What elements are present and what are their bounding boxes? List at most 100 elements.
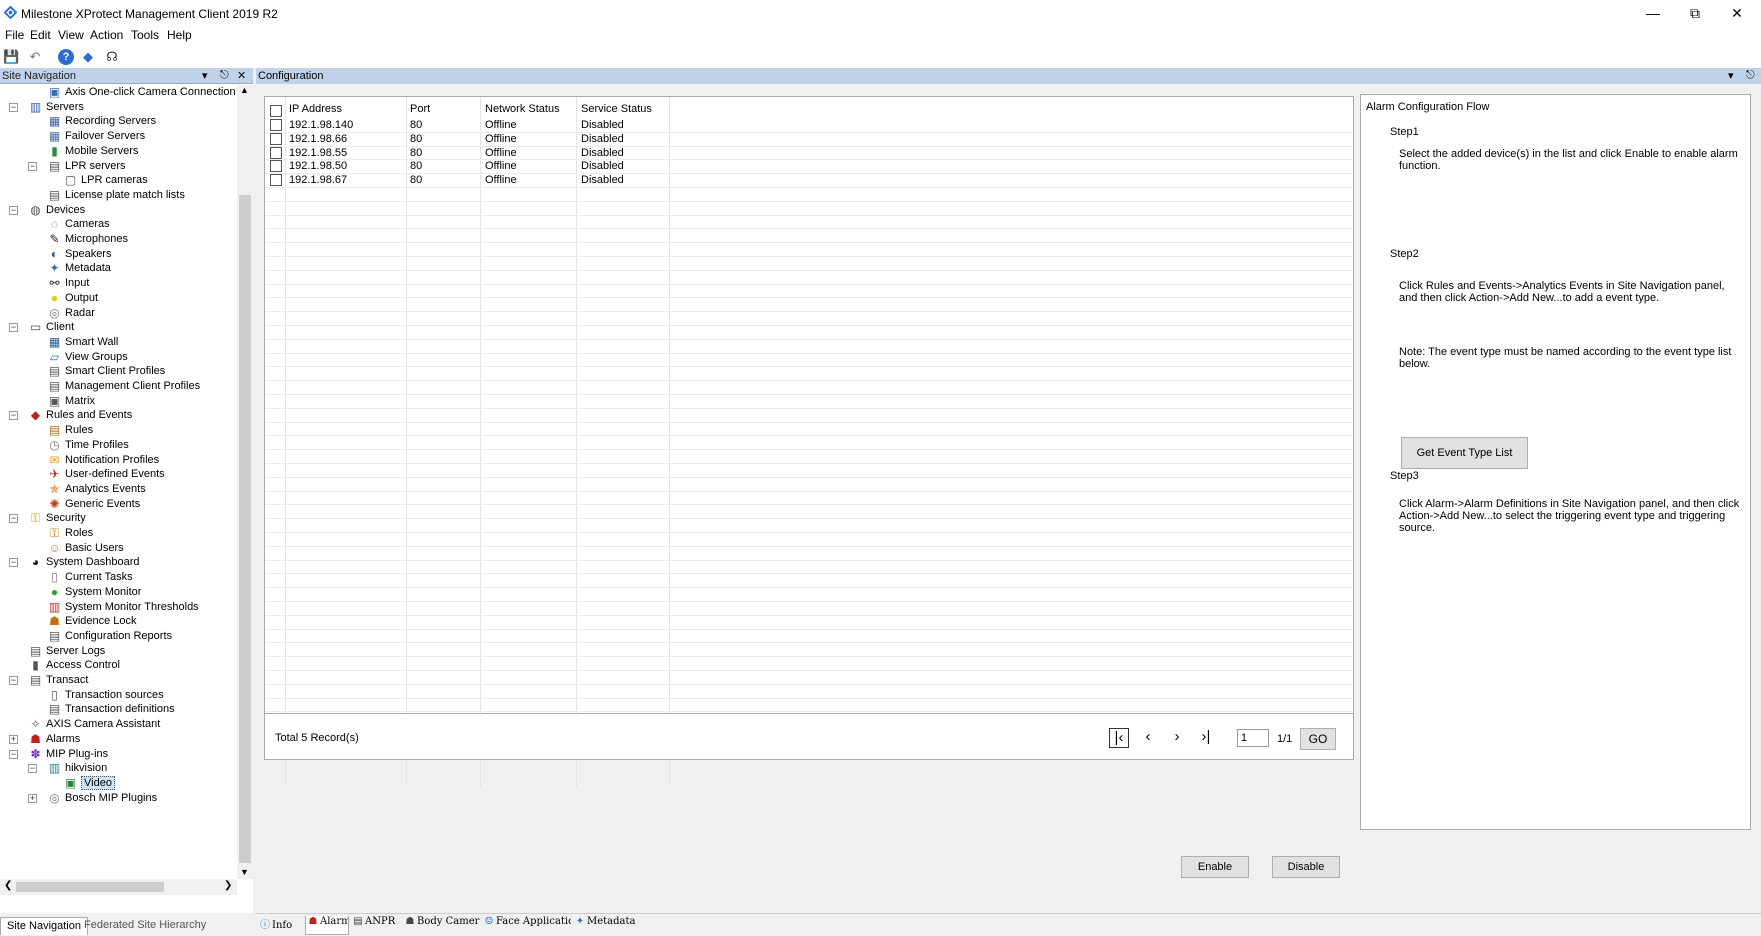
menu-view[interactable]: View [58, 28, 84, 42]
config-dropdown-icon[interactable]: ▾ [1728, 69, 1734, 82]
scroll-up-icon[interactable]: ▲ [240, 85, 249, 95]
tree-item-microphones[interactable]: ✎ Microphones [0, 232, 236, 248]
tree-item-user-defined-events[interactable]: ✈ User-defined Events [0, 467, 236, 483]
collapse-icon[interactable]: − [9, 323, 18, 332]
collapse-icon[interactable]: − [9, 411, 18, 420]
collapse-icon[interactable]: − [9, 103, 18, 112]
pin-icon[interactable]: ⎋ [220, 69, 229, 82]
tree-item-client[interactable]: − ▭ Client [0, 320, 236, 336]
collapse-icon[interactable]: − [28, 764, 37, 773]
tab-info[interactable]: ⓘ Info [258, 916, 303, 935]
tab-face-application[interactable]: ☺Face Application [482, 916, 571, 935]
tree-item-system-monitor[interactable]: ● System Monitor [0, 585, 236, 601]
column-header-service-status[interactable]: Service Status [581, 103, 652, 115]
row-checkbox[interactable] [270, 133, 282, 145]
tree-item-evidence-lock[interactable]: ☗ Evidence Lock [0, 614, 236, 630]
scroll-right-icon[interactable]: ❯ [224, 880, 232, 891]
tree-item-analytics-events[interactable]: ✯ Analytics Events [0, 482, 236, 498]
collapse-icon[interactable]: − [9, 676, 18, 685]
tree-item-transaction-definitions[interactable]: ▤ Transaction definitions [0, 702, 236, 718]
row-checkbox[interactable] [270, 119, 282, 131]
collapse-icon[interactable]: − [9, 514, 18, 523]
tree-item-video[interactable]: ▣ Video [0, 776, 236, 792]
page-number-input[interactable]: 1 [1237, 729, 1269, 747]
get-event-type-list-button[interactable]: Get Event Type List [1401, 437, 1528, 469]
menu-edit[interactable]: Edit [30, 28, 51, 42]
next-page-icon[interactable]: › [1167, 728, 1187, 748]
tree-item-access-control[interactable]: ▮ Access Control [0, 658, 236, 674]
collapse-icon[interactable]: − [9, 206, 18, 215]
tree-item-time-profiles[interactable]: ◷ Time Profiles [0, 438, 236, 454]
undo-icon[interactable]: ↶ [27, 49, 43, 65]
tree-item-transact[interactable]: − ▤ Transact [0, 673, 236, 689]
tree-item-axis-one-click-camera-connection[interactable]: ▣ Axis One-click Camera Connection [0, 85, 236, 101]
tree-item-hikvision[interactable]: − ▥ hikvision [0, 761, 236, 777]
menu-file[interactable]: File [5, 28, 24, 42]
tree-item-cameras[interactable]: ◌ Cameras [0, 217, 236, 233]
tree-item-alarms[interactable]: + ☗ Alarms [0, 732, 236, 748]
enable-button[interactable]: Enable [1181, 856, 1249, 878]
pane-close-icon[interactable]: ✕ [237, 69, 246, 82]
help-icon[interactable]: ? [58, 49, 74, 65]
restore-button[interactable]: ⧉ [1672, 0, 1718, 26]
scroll-down-icon[interactable]: ▼ [240, 867, 249, 877]
menu-help[interactable]: Help [167, 28, 192, 42]
tree-item-roles[interactable]: ⚿ Roles [0, 526, 236, 542]
row-checkbox[interactable] [270, 160, 282, 172]
tab-site-navigation[interactable]: Site Navigation [0, 917, 88, 935]
column-header-port[interactable]: Port [410, 103, 430, 115]
config-pin-icon[interactable]: ⎋ [1746, 69, 1755, 82]
prev-page-icon[interactable]: ‹ [1138, 728, 1158, 748]
tab-body-camera[interactable]: ☗ Body Camera [403, 916, 480, 935]
tree-item-rules[interactable]: ▤ Rules [0, 423, 236, 439]
tree-item-recording-servers[interactable]: ▦ Recording Servers [0, 114, 236, 130]
tree-item-rules-and-events[interactable]: − ◆ Rules and Events [0, 408, 236, 424]
menu-action[interactable]: Action [90, 28, 123, 42]
tree-item-lpr-cameras[interactable]: ▢ LPR cameras [0, 173, 236, 189]
tab-federated-site-hierarchy[interactable]: Federated Site Hierarchy [78, 917, 212, 935]
close-button[interactable]: ✕ [1714, 0, 1760, 26]
expand-icon[interactable]: + [28, 794, 37, 803]
scrollbar-thumb[interactable] [239, 195, 251, 863]
tree-item-security[interactable]: − ⚿ Security [0, 511, 236, 527]
tree-item-system-dashboard[interactable]: − ◕ System Dashboard [0, 555, 236, 571]
select-all-checkbox[interactable] [270, 105, 282, 117]
save-icon[interactable]: 💾 [3, 49, 19, 65]
tab-anpr[interactable]: ▤ ANPR [351, 916, 401, 935]
tree-item-smart-wall[interactable]: ▦ Smart Wall [0, 335, 236, 351]
disable-button[interactable]: Disable [1272, 856, 1340, 878]
tab-alarm[interactable]: ☗ Alarm [305, 916, 349, 935]
column-header-network-status[interactable]: Network Status [485, 103, 560, 115]
tree-item-mobile-servers[interactable]: ▮ Mobile Servers [0, 144, 236, 160]
tree-vertical-scrollbar[interactable]: ▲ ▼ [237, 85, 253, 879]
collapse-icon[interactable]: − [28, 162, 37, 171]
collapse-icon[interactable]: − [9, 750, 18, 759]
row-checkbox[interactable] [270, 174, 282, 186]
horizontal-scrollbar-thumb[interactable] [16, 882, 164, 892]
tree-item-current-tasks[interactable]: ▯ Current Tasks [0, 570, 236, 586]
tree-item-management-client-profiles[interactable]: ▤ Management Client Profiles [0, 379, 236, 395]
go-button[interactable]: GO [1300, 728, 1336, 750]
row-checkbox[interactable] [270, 147, 282, 159]
collapse-icon[interactable]: − [9, 558, 18, 567]
minimize-button[interactable]: — [1630, 0, 1676, 26]
tree-item-failover-servers[interactable]: ▦ Failover Servers [0, 129, 236, 145]
tree-item-configuration-reports[interactable]: ▤ Configuration Reports [0, 629, 236, 645]
pane-dropdown-icon[interactable]: ▾ [202, 69, 208, 82]
tree-item-smart-client-profiles[interactable]: ▤ Smart Client Profiles [0, 364, 236, 380]
tree-item-axis-camera-assistant[interactable]: ✧ AXIS Camera Assistant [0, 717, 236, 733]
tab-metadata[interactable]: ✦ Metadata [573, 916, 637, 935]
binoculars-icon[interactable]: ☊ [104, 49, 120, 65]
first-page-icon[interactable]: |‹ [1109, 728, 1129, 748]
tree-horizontal-scrollbar[interactable]: ❮ ❯ [0, 879, 237, 895]
last-page-icon[interactable]: ›| [1196, 728, 1216, 748]
tree-item-metadata[interactable]: ✦ Metadata [0, 261, 236, 277]
layers-icon[interactable]: ◆ [80, 49, 96, 65]
tree-item-bosch-mip-plugins[interactable]: + ◎ Bosch MIP Plugins [0, 791, 236, 807]
expand-icon[interactable]: + [9, 735, 18, 744]
tree-item-input[interactable]: ⚯ Input [0, 276, 236, 292]
tree-item-output[interactable]: ● Output [0, 291, 236, 307]
column-header-ip[interactable]: IP Address [289, 103, 342, 115]
scroll-left-icon[interactable]: ❮ [4, 880, 12, 891]
menu-tools[interactable]: Tools [131, 28, 159, 42]
